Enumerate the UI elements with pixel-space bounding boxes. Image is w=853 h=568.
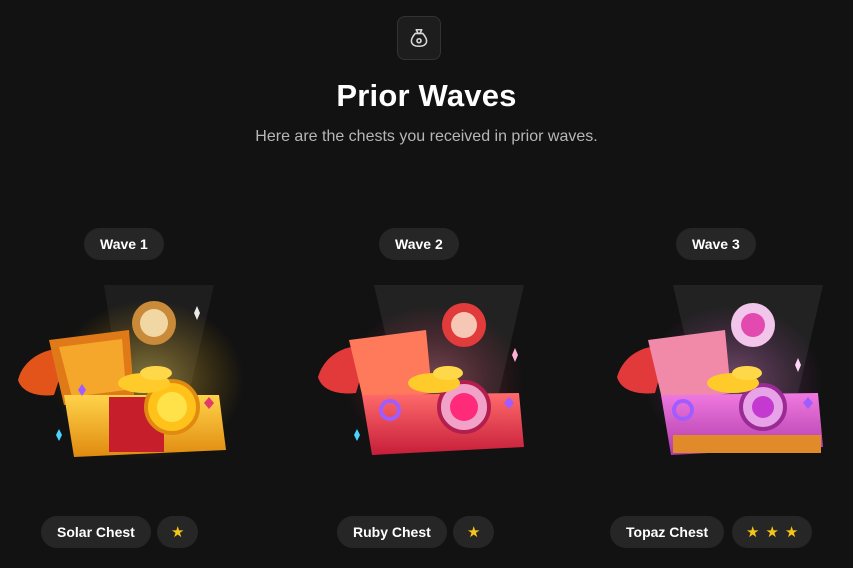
topaz-chest-image [617, 285, 823, 455]
solar-chest-image [18, 285, 244, 460]
star-rating: ★ [453, 516, 495, 548]
star-rating: ★ ★ ★ [732, 516, 813, 548]
ruby-chest-image [318, 285, 524, 455]
wave-card-3: Wave 3 Topaz Chest ★ ★ ★ [568, 0, 853, 568]
star-icon: ★ [784, 524, 799, 541]
wave-card-2: Wave 2 Ruby Chest ★ [284, 0, 568, 568]
star-icon: ★ [467, 524, 481, 541]
chest-name: Topaz Chest [610, 516, 725, 548]
wave-card-1: Wave 1 Solar Chest ★ [0, 0, 284, 568]
chest-name: Solar Chest [41, 516, 151, 548]
wave-label: Wave 2 [379, 228, 459, 260]
star-icon: ★ [765, 524, 779, 541]
star-icon: ★ [171, 524, 185, 541]
star-rating: ★ [157, 516, 199, 548]
wave-label: Wave 1 [84, 228, 164, 260]
star-icon: ★ [746, 524, 760, 541]
chest-name: Ruby Chest [337, 516, 447, 548]
prior-waves-page: Prior Waves Here are the chests you rece… [0, 0, 853, 568]
wave-label: Wave 3 [676, 228, 756, 260]
